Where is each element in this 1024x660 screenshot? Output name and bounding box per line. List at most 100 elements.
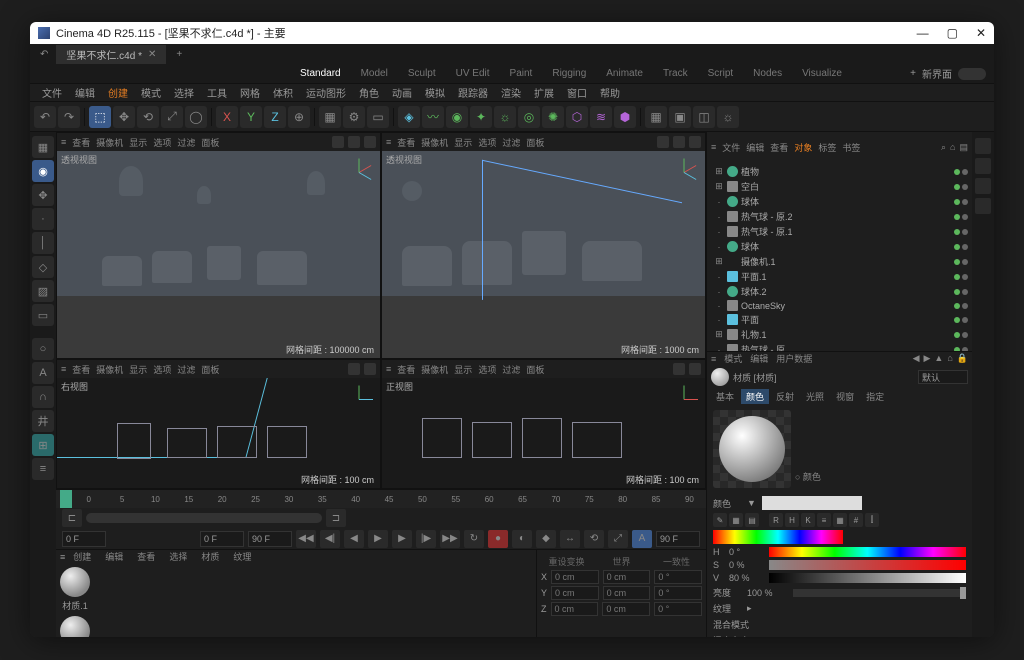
- visibility-dot-icon[interactable]: [962, 184, 968, 190]
- quantize-button[interactable]: ≡: [32, 458, 54, 480]
- tree-row[interactable]: ·热气球 - 原.1: [711, 224, 968, 239]
- sat-value[interactable]: 0 %: [729, 560, 765, 570]
- mat-tab-edit[interactable]: 编辑: [99, 550, 129, 563]
- vp-menu-icon[interactable]: ≡: [386, 137, 391, 147]
- render-view-button[interactable]: ▦: [319, 106, 341, 128]
- visibility-dot-icon[interactable]: [954, 317, 960, 323]
- attr-subtab-basic[interactable]: 基本: [711, 389, 739, 404]
- mat-tab-texture[interactable]: 纹理: [227, 550, 257, 563]
- sat-slider[interactable]: [769, 560, 966, 570]
- attr-tab-userdata[interactable]: 用户数据: [776, 352, 812, 365]
- tree-expand-icon[interactable]: ⊞: [714, 166, 724, 177]
- snap-toggle[interactable]: ▣: [669, 106, 691, 128]
- layout-script[interactable]: Script: [698, 68, 744, 79]
- tree-row[interactable]: ·OctaneSky: [711, 299, 968, 312]
- layout-visualize[interactable]: Visualize: [792, 68, 852, 79]
- tree-row[interactable]: ⊞礼物.1: [711, 327, 968, 342]
- viewport-top-right[interactable]: ≡ 查看 摄像机 显示 选项 过滤 面板 透视视图: [381, 132, 706, 359]
- material-name[interactable]: 材质.1: [62, 599, 88, 612]
- axis-gizmo-icon[interactable]: [669, 384, 699, 414]
- menu-character[interactable]: 角色: [353, 85, 385, 100]
- nav-back-icon[interactable]: ↶: [36, 49, 52, 60]
- timeline-ruler[interactable]: 0 5 10 15 20 25 30 35 40 45 50 55 60 65 …: [56, 490, 706, 508]
- visibility-dot-icon[interactable]: [954, 244, 960, 250]
- key-scale-button[interactable]: ⤢: [608, 530, 628, 548]
- coord-y-pos[interactable]: 0 cm: [551, 586, 599, 600]
- select-tool[interactable]: ⬚: [89, 106, 111, 128]
- vp-menu-icon[interactable]: ≡: [386, 364, 391, 374]
- mode-hex-icon[interactable]: #: [849, 513, 863, 527]
- layout-animate[interactable]: Animate: [596, 68, 653, 79]
- deformer-button[interactable]: ✦: [470, 106, 492, 128]
- object-mode-button[interactable]: ◉: [32, 160, 54, 182]
- visibility-dot-icon[interactable]: [954, 259, 960, 265]
- tree-expand-icon[interactable]: ·: [714, 315, 724, 325]
- menu-file[interactable]: 文件: [36, 85, 68, 100]
- menu-mograph[interactable]: 运动图形: [300, 85, 352, 100]
- brightness-slider[interactable]: [793, 589, 966, 597]
- magnet-button[interactable]: ∩: [32, 386, 54, 408]
- mat-tab-material[interactable]: 材质: [195, 550, 225, 563]
- model-mode-button[interactable]: ▦: [32, 136, 54, 158]
- timeline-start-field[interactable]: 0 F: [62, 531, 106, 547]
- menu-tools[interactable]: 工具: [201, 85, 233, 100]
- layout-uv-edit[interactable]: UV Edit: [446, 68, 500, 79]
- eyedropper-icon[interactable]: ⫿: [865, 513, 879, 527]
- attr-home-icon[interactable]: ⌂: [947, 353, 952, 364]
- layout-track[interactable]: Track: [653, 68, 698, 79]
- right-tool-icon[interactable]: [975, 138, 991, 154]
- timeline-current-field[interactable]: 0 F: [200, 531, 244, 547]
- vp-menu-view[interactable]: 查看: [72, 136, 90, 149]
- coord-x-rot[interactable]: 0 °: [654, 570, 702, 584]
- vp-menu-camera[interactable]: 摄像机: [96, 136, 123, 149]
- goto-start-button[interactable]: ◀◀: [296, 530, 316, 548]
- axis-z-toggle[interactable]: Z: [264, 106, 286, 128]
- scale-tool[interactable]: ⤢: [161, 106, 183, 128]
- workplane-button[interactable]: ◫: [693, 106, 715, 128]
- add-tab-button[interactable]: +: [170, 49, 188, 60]
- menu-edit[interactable]: 编辑: [69, 85, 101, 100]
- visibility-dot-icon[interactable]: [962, 259, 968, 265]
- attr-menu-icon[interactable]: ≡: [711, 354, 716, 364]
- tree-expand-icon[interactable]: ·: [714, 212, 724, 222]
- color-spectrum[interactable]: [713, 530, 843, 544]
- material-preview[interactable]: [713, 410, 791, 488]
- minimize-button[interactable]: —: [917, 26, 929, 40]
- swatches-icon[interactable]: ▦: [729, 513, 743, 527]
- vp-nav-icon[interactable]: [332, 136, 344, 148]
- range-slider-left[interactable]: ⊏: [62, 509, 82, 527]
- play-button[interactable]: ▶: [368, 530, 388, 548]
- visibility-dot-icon[interactable]: [954, 199, 960, 205]
- generator-button[interactable]: ◉: [446, 106, 468, 128]
- material-item[interactable]: 材质: [60, 616, 90, 637]
- axis-gizmo-icon[interactable]: [344, 157, 374, 187]
- coord-z-pos[interactable]: 0 cm: [551, 602, 599, 616]
- next-key-button[interactable]: |▶: [416, 530, 436, 548]
- hue-value[interactable]: 0 °: [729, 547, 765, 557]
- menu-animate[interactable]: 动画: [386, 85, 418, 100]
- next-frame-button[interactable]: ▶: [392, 530, 412, 548]
- mograph-button[interactable]: ⬡: [566, 106, 588, 128]
- visibility-dot-icon[interactable]: [962, 169, 968, 175]
- field-button[interactable]: ≋: [590, 106, 612, 128]
- coord-y-rot[interactable]: 0 °: [654, 586, 702, 600]
- rotate-tool[interactable]: ⟲: [137, 106, 159, 128]
- mode-k-button[interactable]: K: [801, 513, 815, 527]
- texture-dropdown-icon[interactable]: ▸: [747, 603, 752, 614]
- tree-row[interactable]: ⊞空白: [711, 179, 968, 194]
- menu-mesh[interactable]: 网格: [234, 85, 266, 100]
- layout-toggle[interactable]: [958, 68, 986, 80]
- spectrum-icon[interactable]: ▤: [745, 513, 759, 527]
- visibility-dot-icon[interactable]: [954, 274, 960, 280]
- attr-back-icon[interactable]: ◀: [913, 353, 920, 364]
- filter-icon[interactable]: ▤: [959, 142, 968, 153]
- cube-primitive-button[interactable]: ◈: [398, 106, 420, 128]
- menu-window[interactable]: 窗口: [561, 85, 593, 100]
- visibility-dot-icon[interactable]: [954, 289, 960, 295]
- tree-expand-icon[interactable]: ⊞: [714, 181, 724, 192]
- tree-expand-icon[interactable]: ⊞: [714, 256, 724, 267]
- layout-model[interactable]: Model: [351, 68, 398, 79]
- prev-key-button[interactable]: ◀|: [320, 530, 340, 548]
- home-icon[interactable]: ⌂: [950, 142, 955, 153]
- axis-y-toggle[interactable]: Y: [240, 106, 262, 128]
